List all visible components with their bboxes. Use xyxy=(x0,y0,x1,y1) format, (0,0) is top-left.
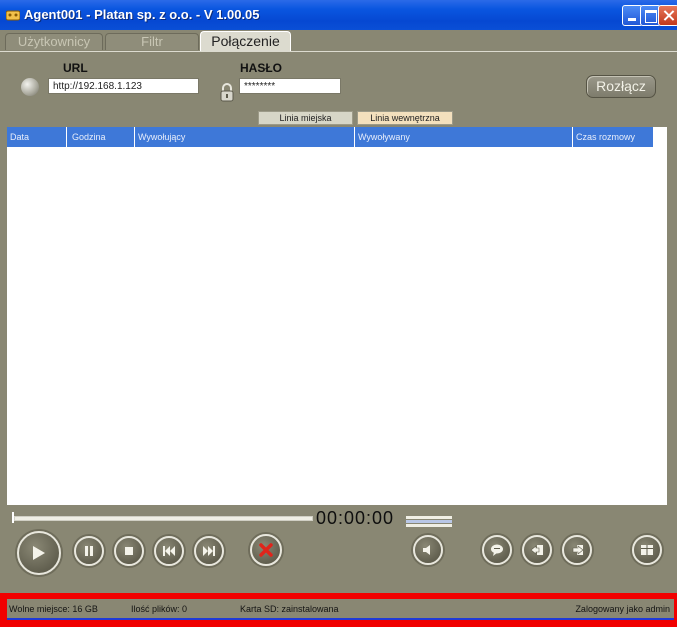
previous-button[interactable] xyxy=(154,536,184,566)
disconnect-button[interactable]: Rozłącz xyxy=(586,75,656,98)
arrow-left-icon xyxy=(524,537,550,563)
next-button[interactable] xyxy=(194,536,224,566)
column-date[interactable]: Data xyxy=(7,127,67,147)
seek-handle[interactable] xyxy=(12,512,14,523)
volume-slider[interactable] xyxy=(406,513,452,529)
status-free-space: Wolne miejsce: 16 GB xyxy=(9,604,98,614)
skip-back-icon xyxy=(156,538,182,564)
pause-button[interactable] xyxy=(74,536,104,566)
city-line-button[interactable]: Linia miejska xyxy=(258,111,353,125)
calls-table[interactable]: Data Godzina Wywołujący Wywoływany Czas … xyxy=(7,127,667,505)
speaker-button[interactable] xyxy=(413,535,443,565)
playback-time: 00:00:00 xyxy=(316,508,395,528)
internal-line-button[interactable]: Linia wewnętrzna xyxy=(357,111,453,125)
play-button[interactable] xyxy=(17,531,61,575)
password-input[interactable] xyxy=(239,78,341,94)
columns-icon xyxy=(634,537,660,563)
comment-icon xyxy=(484,537,510,563)
table-header: Data Godzina Wywołujący Wywoływany Czas … xyxy=(7,127,653,147)
title-bar[interactable]: Agent001 - Platan sp. z o.o. - V 1.00.05 xyxy=(0,0,677,30)
app-icon xyxy=(6,10,20,21)
tab-divider xyxy=(0,51,677,52)
comment-button[interactable] xyxy=(482,535,512,565)
column-caller[interactable]: Wywołujący xyxy=(135,127,355,147)
export-button[interactable] xyxy=(562,535,592,565)
status-underline xyxy=(7,618,674,620)
arrow-right-icon xyxy=(564,537,590,563)
play-icon xyxy=(19,533,59,573)
column-duration[interactable]: Czas rozmowy xyxy=(573,127,653,147)
window-title: Agent001 - Platan sp. z o.o. - V 1.00.05 xyxy=(24,7,260,22)
delete-icon xyxy=(252,536,280,564)
pause-icon xyxy=(76,538,102,564)
tab-connection[interactable]: Połączenie xyxy=(200,31,291,51)
seek-slider[interactable] xyxy=(14,516,313,521)
status-bar: Wolne miejsce: 16 GB Ilość plików: 0 Kar… xyxy=(7,599,674,619)
url-input[interactable] xyxy=(48,78,199,94)
close-button[interactable] xyxy=(658,5,677,26)
import-button[interactable] xyxy=(522,535,552,565)
password-label: HASŁO xyxy=(240,61,282,75)
stop-button[interactable] xyxy=(114,536,144,566)
stop-icon xyxy=(116,538,142,564)
column-time[interactable]: Godzina xyxy=(67,127,135,147)
lock-icon xyxy=(220,83,234,102)
url-label: URL xyxy=(63,61,88,75)
tab-filter[interactable]: Filtr xyxy=(105,33,199,50)
speaker-icon xyxy=(415,537,441,563)
column-callee[interactable]: Wywoływany xyxy=(355,127,573,147)
app-window: Agent001 - Platan sp. z o.o. - V 1.00.05… xyxy=(0,0,677,627)
tab-users[interactable]: Użytkownicy xyxy=(5,33,103,50)
details-button[interactable] xyxy=(632,535,662,565)
delete-button[interactable] xyxy=(250,534,282,566)
status-logged-in: Zalogowany jako admin xyxy=(575,604,670,614)
status-sd-card: Karta SD: zainstalowana xyxy=(240,604,339,614)
status-file-count: Ilość plików: 0 xyxy=(131,604,188,614)
skip-forward-icon xyxy=(196,538,222,564)
globe-icon xyxy=(21,78,39,96)
